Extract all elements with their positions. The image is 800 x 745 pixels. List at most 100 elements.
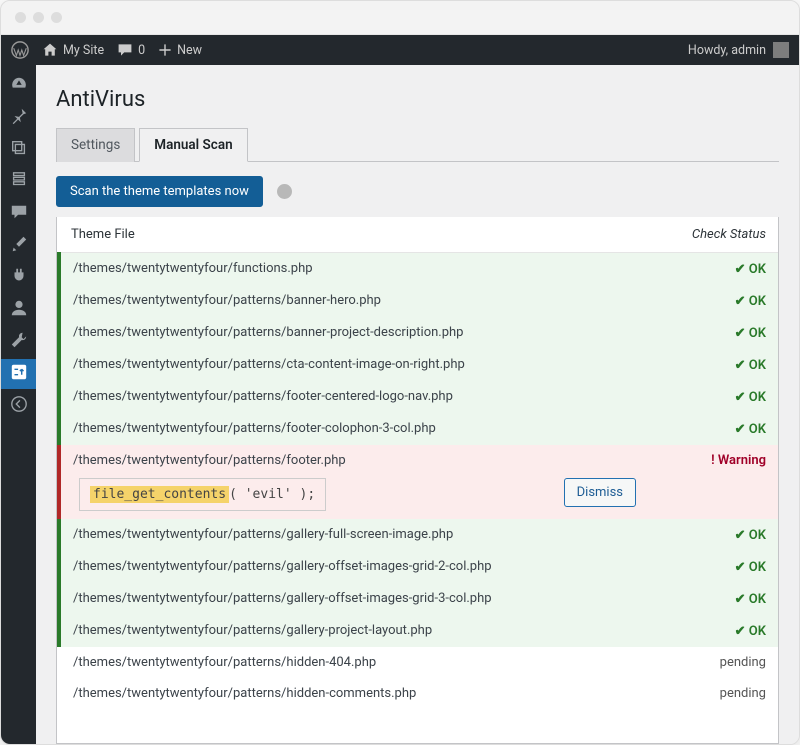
dismiss-button[interactable]: Dismiss: [564, 478, 636, 507]
sidebar-item-tools[interactable]: [1, 327, 36, 357]
file-path: /themes/twentytwentyfour/patterns/banner…: [59, 285, 648, 317]
plug-icon: [10, 267, 28, 289]
check-icon: ✔: [735, 389, 746, 404]
table-row: /themes/twentytwentyfour/patterns/banner…: [59, 317, 778, 349]
tab-settings[interactable]: Settings: [56, 128, 135, 162]
home-icon: [42, 42, 58, 58]
check-icon: ✔: [735, 325, 746, 340]
file-path: /themes/twentytwentyfour/patterns/banner…: [59, 317, 648, 349]
comment-count: 0: [138, 43, 145, 58]
file-path: /themes/twentytwentyfour/patterns/cta-co…: [59, 349, 648, 381]
status-cell: pending: [648, 678, 778, 709]
column-header-file: Theme File: [59, 217, 648, 253]
scan-button[interactable]: Scan the theme templates now: [56, 176, 263, 207]
table-row: /themes/twentytwentyfour/patterns/cta-co…: [59, 349, 778, 381]
file-path: /themes/twentytwentyfour/patterns/footer…: [59, 445, 648, 519]
sidebar-item-posts[interactable]: [1, 103, 36, 133]
comments-link[interactable]: 0: [117, 42, 145, 58]
file-path: /themes/twentytwentyfour/patterns/hidden…: [59, 678, 648, 709]
table-row: /themes/twentytwentyfour/patterns/footer…: [59, 381, 778, 413]
status-cell: pending: [648, 647, 778, 678]
page-title: AntiVirus: [56, 87, 779, 112]
status-cell: ✔ OK: [648, 413, 778, 445]
file-path: /themes/twentytwentyfour/patterns/hidden…: [59, 647, 648, 678]
user-greeting[interactable]: Howdy, admin: [688, 43, 766, 58]
check-icon: ✔: [735, 559, 746, 574]
sidebar-item-appearance[interactable]: [1, 231, 36, 261]
code-snippet: file_get_contents( 'evil' );: [79, 478, 326, 511]
comment-icon: [117, 42, 133, 58]
status-cell: ✔ OK: [648, 253, 778, 286]
browser-titlebar: [1, 1, 799, 35]
status-cell: ! Warning: [648, 445, 778, 519]
check-icon: ✔: [735, 293, 746, 308]
sidebar-item-comments[interactable]: [1, 199, 36, 229]
status-cell: ✔ OK: [648, 551, 778, 583]
sidebar-item-users[interactable]: [1, 295, 36, 325]
wrench-icon: [10, 331, 28, 353]
avatar[interactable]: [773, 42, 789, 58]
file-path: /themes/twentytwentyfour/patterns/galler…: [59, 583, 648, 615]
table-row: /themes/twentytwentyfour/patterns/banner…: [59, 285, 778, 317]
nav-tabs: SettingsManual Scan: [56, 128, 779, 162]
warning-icon: !: [711, 453, 714, 468]
status-cell: ✔ OK: [648, 317, 778, 349]
file-path: /themes/twentytwentyfour/patterns/footer…: [59, 413, 648, 445]
admin-sidebar: [1, 65, 36, 744]
status-cell: ✔ OK: [648, 381, 778, 413]
status-cell: ✔ OK: [648, 285, 778, 317]
user-icon: [10, 299, 28, 321]
page-icon: [10, 171, 28, 193]
sidebar-item-plugins[interactable]: [1, 263, 36, 293]
brush-icon: [10, 235, 28, 257]
site-home-link[interactable]: My Site: [42, 42, 104, 58]
table-row: /themes/twentytwentyfour/patterns/hidden…: [59, 647, 778, 678]
sidebar-item-media[interactable]: [1, 135, 36, 165]
check-icon: ✔: [735, 421, 746, 436]
sidebar-item-dashboard[interactable]: [1, 71, 36, 101]
table-row: /themes/twentytwentyfour/patterns/galler…: [59, 519, 778, 551]
pin-icon: [10, 107, 28, 129]
table-row: /themes/twentytwentyfour/patterns/galler…: [59, 551, 778, 583]
check-icon: ✔: [735, 261, 746, 276]
new-label: New: [177, 43, 202, 58]
new-content-link[interactable]: New: [158, 43, 202, 58]
table-row: /themes/twentytwentyfour/patterns/hidden…: [59, 678, 778, 709]
table-row: /themes/twentytwentyfour/patterns/galler…: [59, 615, 778, 647]
gauge-icon: [10, 75, 28, 97]
table-row: /themes/twentytwentyfour/patterns/footer…: [59, 445, 778, 519]
file-path: /themes/twentytwentyfour/patterns/footer…: [59, 381, 648, 413]
plus-icon: [158, 43, 172, 57]
column-header-status: Check Status: [648, 217, 778, 253]
window-dot: [15, 12, 26, 23]
comment-icon: [10, 203, 28, 225]
table-row: /themes/twentytwentyfour/functions.php✔ …: [59, 253, 778, 286]
results-table: Theme File Check Status /themes/twentytw…: [56, 217, 779, 744]
sidebar-item-collapse[interactable]: [1, 391, 36, 421]
status-cell: ✔ OK: [648, 349, 778, 381]
check-icon: ✔: [735, 357, 746, 372]
sidebar-item-pages[interactable]: [1, 167, 36, 197]
window-dot: [33, 12, 44, 23]
admin-bar: My Site 0 New Howdy, admin: [1, 35, 799, 65]
status-cell: ✔ OK: [648, 583, 778, 615]
sidebar-item-antivirus[interactable]: [1, 359, 36, 389]
file-path: /themes/twentytwentyfour/patterns/galler…: [59, 519, 648, 551]
media-icon: [10, 139, 28, 161]
status-cell: ✔ OK: [648, 519, 778, 551]
status-cell: ✔ OK: [648, 615, 778, 647]
check-icon: ✔: [735, 623, 746, 638]
spinner-icon: [277, 184, 292, 199]
tab-manual-scan[interactable]: Manual Scan: [139, 128, 247, 162]
check-icon: ✔: [735, 591, 746, 606]
file-path: /themes/twentytwentyfour/patterns/galler…: [59, 551, 648, 583]
site-name: My Site: [63, 43, 104, 58]
table-row: /themes/twentytwentyfour/patterns/galler…: [59, 583, 778, 615]
file-path: /themes/twentytwentyfour/patterns/galler…: [59, 615, 648, 647]
file-path: /themes/twentytwentyfour/functions.php: [59, 253, 648, 286]
check-icon: ✔: [735, 527, 746, 542]
table-row: /themes/twentytwentyfour/patterns/footer…: [59, 413, 778, 445]
window-dot: [51, 12, 62, 23]
wordpress-logo-icon[interactable]: [11, 41, 29, 59]
collapse-icon: [10, 395, 28, 417]
